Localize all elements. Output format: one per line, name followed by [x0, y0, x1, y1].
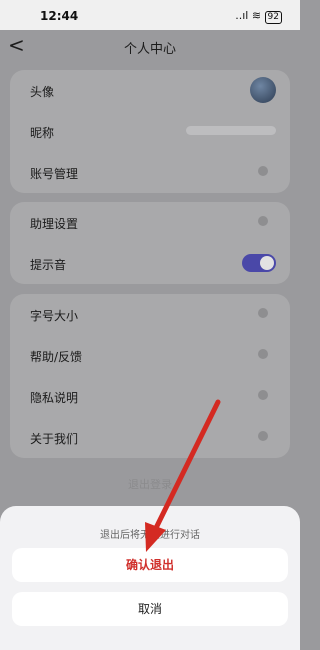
- row-label: 头像: [30, 85, 55, 99]
- status-bar: 12:44 ..ıl ≋ 92: [0, 0, 300, 30]
- row-label: 关于我们: [30, 432, 79, 446]
- row-assistant-settings[interactable]: 助理设置: [10, 202, 290, 243]
- toggle-knob: [260, 256, 274, 270]
- row-avatar[interactable]: 头像: [10, 70, 290, 111]
- confirm-logout-button[interactable]: 确认退出: [12, 548, 288, 582]
- status-time: 12:44: [40, 9, 79, 23]
- person-icon: [258, 166, 268, 176]
- row-label: 字号大小: [30, 309, 79, 323]
- avatar[interactable]: [250, 77, 276, 103]
- cancel-button[interactable]: 取消: [12, 592, 288, 626]
- profile-card: 头像 昵称 账号管理: [10, 70, 290, 193]
- info-icon: [258, 431, 268, 441]
- row-font-size[interactable]: 字号大小: [10, 294, 290, 335]
- top-bar: < 个人中心: [0, 30, 300, 64]
- row-label: 账号管理: [30, 167, 79, 181]
- font-size-icon: [258, 308, 268, 318]
- status-icons: ..ıl ≋ 92: [235, 9, 282, 24]
- row-label: 提示音: [30, 258, 67, 272]
- row-help-feedback[interactable]: 帮助/反馈: [10, 335, 290, 376]
- row-notification-sound: 提示音: [10, 243, 290, 284]
- logout-confirm-sheet: 退出后将无法进行对话 确认退出 取消: [0, 506, 300, 650]
- row-label: 助理设置: [30, 217, 79, 231]
- privacy-icon: [258, 390, 268, 400]
- nickname-value: [186, 126, 276, 135]
- settings-icon: [258, 216, 268, 226]
- row-account-management[interactable]: 账号管理: [10, 152, 290, 193]
- battery-icon: 92: [264, 11, 282, 24]
- signal-wifi-icon: ..ıl ≋: [235, 9, 262, 22]
- row-nickname[interactable]: 昵称: [10, 111, 290, 152]
- row-about-us[interactable]: 关于我们: [10, 417, 290, 458]
- assistant-card: 助理设置 提示音: [10, 202, 290, 284]
- row-privacy[interactable]: 隐私说明: [10, 376, 290, 417]
- general-card: 字号大小 帮助/反馈 隐私说明 关于我们: [10, 294, 290, 458]
- row-label: 昵称: [30, 126, 55, 140]
- help-icon: [258, 349, 268, 359]
- sheet-notice: 退出后将无法进行对话: [100, 530, 200, 541]
- page-title: 个人中心: [123, 42, 176, 57]
- row-label: 隐私说明: [30, 391, 79, 405]
- logout-link[interactable]: 退出登录: [0, 476, 300, 492]
- sound-toggle[interactable]: [242, 254, 276, 272]
- row-label: 帮助/反馈: [30, 350, 83, 364]
